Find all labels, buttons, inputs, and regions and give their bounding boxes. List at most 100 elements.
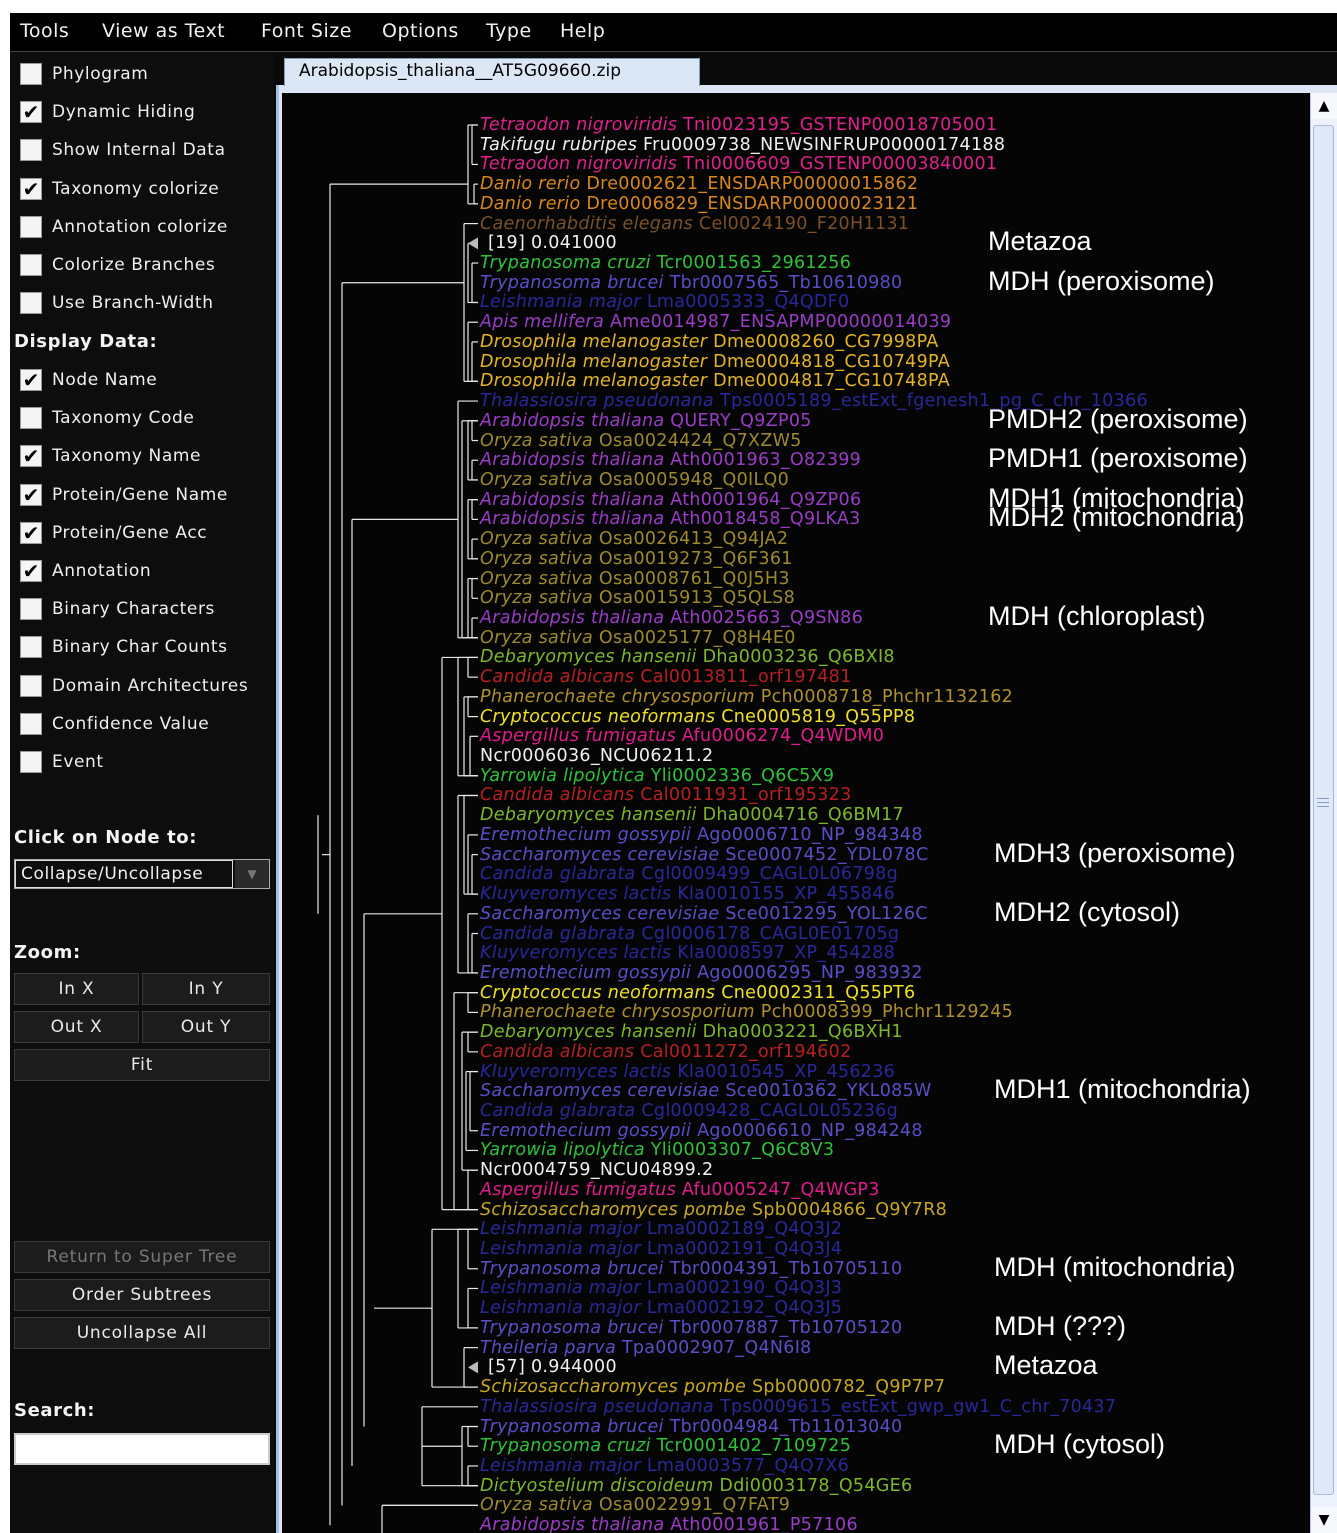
tree-leaf[interactable]: Oryza sativa Osa0024424_Q7XZW5 [480, 431, 802, 451]
tree-leaf[interactable]: Schizosaccharomyces pombe Spb0004866_Q9Y… [480, 1200, 947, 1220]
scroll-up-icon[interactable]: ▲ [1311, 93, 1337, 119]
checkbox-checked-icon[interactable]: ✔ [20, 369, 42, 391]
tree-leaf[interactable]: Yarrowia lipolytica Yli0002336_Q6C5X9 [480, 766, 834, 786]
tree-leaf[interactable]: Eremothecium gossypii Ago0006610_NP_9842… [480, 1121, 923, 1141]
tree-leaf[interactable]: Eremothecium gossypii Ago0006295_NP_9839… [480, 963, 923, 983]
tree-pane[interactable]: Tetraodon nigroviridis Tni0023195_GSTENP… [282, 93, 1310, 1533]
view-option[interactable]: Annotation colorize [20, 212, 228, 242]
checkbox-icon[interactable] [20, 292, 42, 315]
display-data-option[interactable]: Taxonomy Code [20, 403, 194, 433]
checkbox-icon[interactable] [20, 636, 42, 659]
view-option[interactable]: Show Internal Data [20, 135, 226, 165]
tree-leaf[interactable]: Eremothecium gossypii Ago0006710_NP_9843… [480, 825, 923, 845]
tree-leaf[interactable]: Oryza sativa Osa0008761_Q0J5H3 [480, 569, 790, 589]
checkbox-checked-icon[interactable]: ✔ [20, 483, 42, 506]
tree-leaf[interactable]: Oryza sativa Osa0025177_Q8H4E0 [480, 628, 796, 648]
checkbox-icon[interactable] [20, 63, 42, 85]
tree-leaf[interactable]: Arabidopsis thaliana Ath0001963_O82399 [480, 450, 861, 470]
tree-leaf[interactable]: Trypanosoma brucei Tbr0004391_Tb10705110 [480, 1259, 902, 1279]
tree-leaf[interactable]: Debaryomyces hansenii Dha0003236_Q6BXI8 [480, 647, 895, 667]
tree-leaf[interactable]: Kluyveromyces lactis Kla0008597_XP_45428… [480, 943, 895, 963]
tree-leaf[interactable]: Leishmania major Lma0002190_Q4Q3J3 [480, 1278, 842, 1298]
tree-leaf[interactable]: Leishmania major Lma0002191_Q4Q3J4 [480, 1239, 842, 1259]
tree-leaf[interactable]: Trypanosoma brucei Tbr0007887_Tb10705120 [480, 1318, 902, 1338]
zoom-out-x-button[interactable]: Out X [14, 1011, 139, 1043]
tree-leaf[interactable]: Caenorhabditis elegans Cel0024190_F20H11… [480, 214, 909, 234]
tree-leaf[interactable]: Aspergillus fumigatus Afu0006274_Q4WDM0 [480, 726, 884, 746]
display-data-option[interactable]: Domain Architectures [20, 671, 248, 701]
vertical-scrollbar[interactable]: ▲ ― ― ― ▼ [1310, 93, 1337, 1533]
tree-leaf[interactable]: Candida glabrata Cgl0009499_CAGL0L06798g [480, 864, 898, 884]
tree-leaf[interactable]: Trypanosoma cruzi Tcr0001563_2961256 [480, 253, 851, 273]
display-data-option[interactable]: ✔ Taxonomy Name [20, 441, 201, 471]
menu-font-size[interactable]: Font Size [261, 20, 352, 42]
tree-leaf[interactable]: Tetraodon nigroviridis Tni0023195_GSTENP… [480, 115, 997, 135]
search-input[interactable] [14, 1433, 270, 1465]
display-data-option[interactable]: Confidence Value [20, 709, 209, 739]
checkbox-checked-icon[interactable]: ✔ [20, 560, 42, 582]
tree-leaf[interactable]: Kluyveromyces lactis Kla0010155_XP_45584… [480, 884, 895, 904]
tree-leaf[interactable]: Tetraodon nigroviridis Tni0006609_GSTENP… [480, 154, 997, 174]
checkbox-icon[interactable] [20, 215, 42, 238]
checkbox-checked-icon[interactable]: ✔ [20, 521, 42, 544]
tree-leaf[interactable]: Ncr0006036_NCU06211.2 [480, 746, 713, 766]
tree-leaf[interactable]: Leishmania major Lma0002192_Q4Q3J5 [480, 1298, 842, 1318]
display-data-option[interactable]: Binary Characters [20, 594, 215, 624]
tree-leaf[interactable]: Takifugu rubripes Fru0009738_NEWSINFRUP0… [480, 135, 1005, 155]
checkbox-checked-icon[interactable]: ✔ [20, 177, 42, 200]
display-data-option[interactable]: Event [20, 747, 104, 777]
return-to-super-tree-button[interactable]: Return to Super Tree [14, 1241, 270, 1273]
tree-leaf[interactable]: Trypanosoma brucei Tbr0007565_Tb10610980 [480, 273, 902, 293]
view-option[interactable]: Use Branch-Width [20, 288, 214, 318]
display-data-option[interactable]: ✔ Annotation [20, 556, 151, 586]
checkbox-icon[interactable] [20, 598, 42, 621]
zoom-fit-button[interactable]: Fit [14, 1049, 270, 1081]
menu-type[interactable]: Type [486, 20, 532, 42]
view-option[interactable]: ✔ Dynamic Hiding [20, 97, 195, 127]
tree-leaf[interactable]: Apis mellifera Ame0014987_ENSAPMP0000001… [480, 312, 951, 332]
tree-leaf[interactable]: Arabidopsis thaliana Ath0018458_Q9LKA3 [480, 509, 861, 529]
tree-leaf[interactable]: Oryza sativa Osa0022991_Q7FAT9 [480, 1495, 790, 1515]
tree-leaf[interactable]: Phanerochaete chrysosporium Pch0008399_P… [480, 1002, 1013, 1022]
collapsed-node-label[interactable]: [19] 0.041000 [488, 233, 617, 253]
checkbox-icon[interactable] [20, 139, 42, 162]
tree-leaf[interactable]: Saccharomyces cerevisiae Sce0007452_YDL0… [480, 845, 929, 865]
checkbox-checked-icon[interactable]: ✔ [20, 445, 42, 468]
tree-leaf[interactable]: Drosophila melanogaster Dme0008260_CG799… [480, 332, 939, 352]
menu-help[interactable]: Help [560, 20, 605, 42]
checkbox-icon[interactable] [20, 712, 42, 735]
tree-leaf[interactable]: Schizosaccharomyces pombe Spb0000782_Q9P… [480, 1377, 945, 1397]
zoom-in-y-button[interactable]: In Y [142, 973, 270, 1005]
zoom-in-x-button[interactable]: In X [14, 973, 139, 1005]
tree-leaf[interactable]: Candida albicans Cal0011931_orf195323 [480, 785, 852, 805]
tree-leaf[interactable]: Trypanosoma cruzi Tcr0001402_7109725 [480, 1436, 851, 1456]
tree-leaf[interactable]: Aspergillus fumigatus Afu0005247_Q4WGP3 [480, 1180, 880, 1200]
display-data-option[interactable]: ✔ Protein/Gene Acc [20, 518, 207, 548]
tree-leaf[interactable]: Leishmania major Lma0002189_Q4Q3J2 [480, 1219, 842, 1239]
tree-leaf[interactable]: Dictyostelium discoideum Ddi0003178_Q54G… [480, 1476, 912, 1496]
tree-leaf[interactable]: Drosophila melanogaster Dme0004818_CG107… [480, 352, 950, 372]
tree-leaf[interactable]: Arabidopsis thaliana Ath0001961_P57106 [480, 1515, 858, 1533]
tree-leaf[interactable]: Theileria parva Tpa0002907_Q4N6I8 [480, 1338, 812, 1358]
tree-leaf[interactable]: Oryza sativa Osa0019273_Q6F361 [480, 549, 793, 569]
uncollapse-all-button[interactable]: Uncollapse All [14, 1317, 270, 1349]
tree-leaf[interactable]: Arabidopsis thaliana Ath0001964_Q9ZP06 [480, 490, 861, 510]
tree-leaf[interactable]: Leishmania major Lma0003577_Q4Q7X6 [480, 1456, 849, 1476]
scroll-down-icon[interactable]: ▼ [1311, 1507, 1337, 1533]
tree-leaf[interactable]: Debaryomyces hansenii Dha0003221_Q6BXH1 [480, 1022, 903, 1042]
tree-leaf[interactable]: Candida glabrata Cgl0009428_CAGL0L05236g [480, 1101, 898, 1121]
tree-leaf[interactable]: Kluyveromyces lactis Kla0010545_XP_45623… [480, 1062, 895, 1082]
tree-leaf[interactable]: Danio rerio Dre0002621_ENSDARP0000001586… [480, 174, 918, 194]
tree-leaf[interactable]: Oryza sativa Osa0026413_Q94JA2 [480, 529, 788, 549]
zoom-out-y-button[interactable]: Out Y [142, 1011, 270, 1043]
view-option[interactable]: Colorize Branches [20, 250, 215, 280]
tree-leaf[interactable]: Thalassiosira pseudonana Tps0009615_estE… [480, 1397, 1116, 1417]
display-data-option[interactable]: ✔ Node Name [20, 365, 157, 395]
menu-view-as-text[interactable]: View as Text [102, 20, 225, 42]
checkbox-checked-icon[interactable]: ✔ [20, 101, 42, 124]
tree-leaf[interactable]: Drosophila melanogaster Dme0004817_CG107… [480, 371, 950, 391]
display-data-option[interactable]: Binary Char Counts [20, 632, 228, 662]
tree-leaf[interactable]: Leishmania major Lma0005333_Q4QDF0 [480, 292, 849, 312]
checkbox-icon[interactable] [20, 407, 42, 430]
view-option[interactable]: Phylogram [20, 59, 148, 89]
